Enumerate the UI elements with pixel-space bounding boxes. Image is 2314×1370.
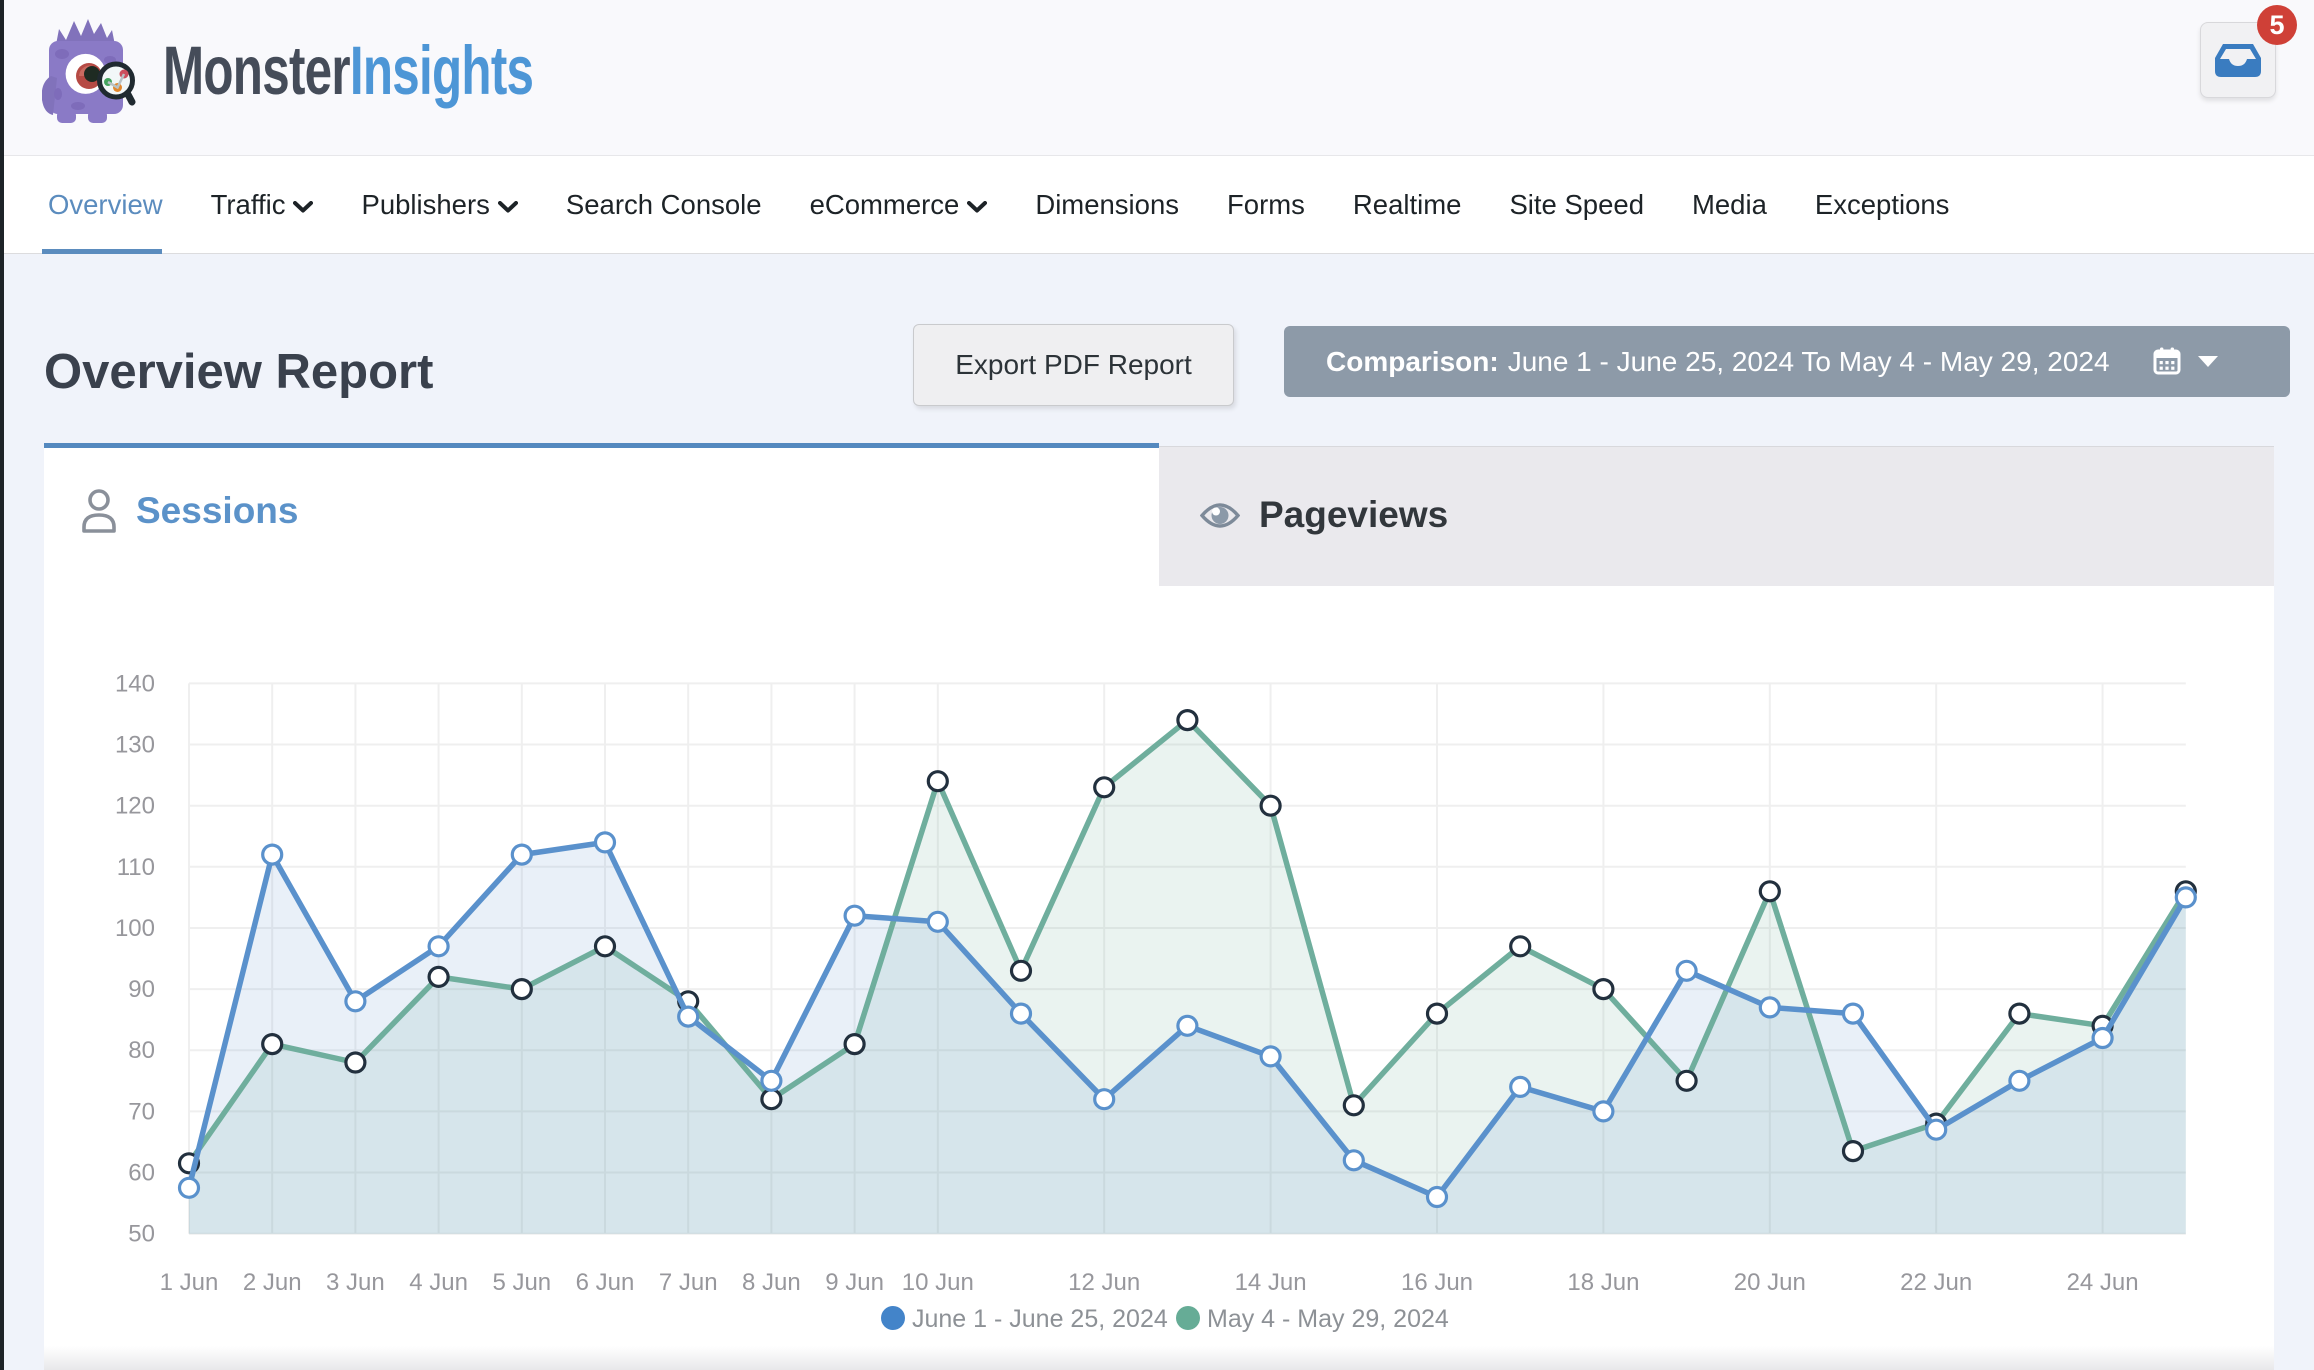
svg-text:8 Jun: 8 Jun	[742, 1269, 801, 1296]
svg-text:4 Jun: 4 Jun	[409, 1269, 468, 1296]
svg-text:140: 140	[115, 670, 155, 697]
svg-text:10 Jun: 10 Jun	[902, 1269, 974, 1296]
svg-text:5 Jun: 5 Jun	[492, 1269, 551, 1296]
svg-text:1 Jun: 1 Jun	[160, 1269, 219, 1296]
svg-text:14 Jun: 14 Jun	[1235, 1269, 1307, 1296]
svg-text:24 Jun: 24 Jun	[2067, 1269, 2139, 1296]
svg-text:80: 80	[128, 1037, 155, 1064]
svg-text:20 Jun: 20 Jun	[1734, 1269, 1806, 1296]
svg-text:16 Jun: 16 Jun	[1401, 1269, 1473, 1296]
svg-text:3 Jun: 3 Jun	[326, 1269, 385, 1296]
svg-text:2 Jun: 2 Jun	[243, 1269, 302, 1296]
svg-text:7 Jun: 7 Jun	[659, 1269, 718, 1296]
svg-text:12 Jun: 12 Jun	[1068, 1269, 1140, 1296]
svg-text:90: 90	[128, 976, 155, 1003]
svg-text:100: 100	[115, 915, 155, 942]
svg-text:9 Jun: 9 Jun	[825, 1269, 884, 1296]
svg-text:6 Jun: 6 Jun	[576, 1269, 635, 1296]
svg-text:130: 130	[115, 732, 155, 759]
svg-text:18 Jun: 18 Jun	[1567, 1269, 1639, 1296]
svg-text:70: 70	[128, 1098, 155, 1125]
svg-text:50: 50	[128, 1221, 155, 1248]
svg-text:60: 60	[128, 1160, 155, 1187]
svg-text:22 Jun: 22 Jun	[1900, 1269, 1972, 1296]
svg-text:120: 120	[115, 793, 155, 820]
svg-text:110: 110	[117, 854, 155, 881]
